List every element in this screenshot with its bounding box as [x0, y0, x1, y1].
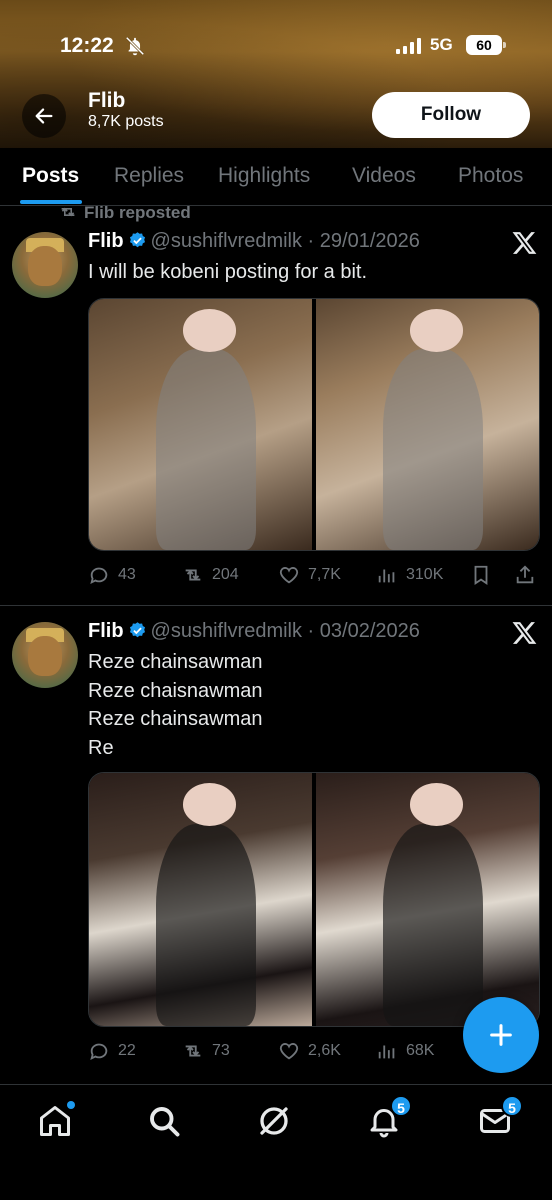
grok-icon	[260, 1107, 288, 1135]
verified-badge-icon	[129, 232, 145, 248]
repost-button[interactable]: 73	[182, 1040, 230, 1062]
share-button[interactable]	[514, 564, 536, 586]
author-handle[interactable]: @sushiflvredmilk	[151, 230, 302, 252]
status-time: 12:22	[60, 34, 114, 57]
reply-icon	[90, 567, 108, 585]
post-media[interactable]	[88, 772, 540, 1027]
reply-button[interactable]: 22	[88, 1040, 136, 1062]
battery-indicator: 60	[466, 35, 506, 55]
home-icon	[40, 1106, 70, 1136]
post-header: Flib @sushiflvredmilk · 03/02/2026	[88, 620, 420, 642]
reply-icon	[90, 1043, 108, 1061]
post-date: 03/02/2026	[319, 620, 420, 642]
notifications-badge: 5	[390, 1095, 412, 1117]
author-handle[interactable]: @sushiflvredmilk	[151, 620, 302, 642]
nav-grok[interactable]	[256, 1103, 292, 1139]
views-button[interactable]: 68K	[376, 1040, 434, 1062]
post-text: I will be kobeni posting for a bit.	[88, 261, 368, 283]
post-image[interactable]	[89, 299, 312, 550]
views-icon	[378, 1045, 395, 1059]
profile-name: Flib	[88, 89, 126, 112]
heart-icon	[279, 1043, 299, 1060]
bookmark-button[interactable]	[470, 564, 492, 586]
tab-replies[interactable]: Replies	[114, 164, 184, 188]
bookmark-icon	[474, 565, 488, 585]
nav-notifications[interactable]: 5	[366, 1095, 412, 1139]
repost-icon	[185, 569, 201, 581]
bell-off-icon	[125, 36, 145, 56]
post-text: Reze chainsawman Reze chaisnawman Reze c…	[88, 651, 263, 759]
repost-indicator: Flib reposted	[58, 203, 191, 223]
post-date: 29/01/2026	[319, 230, 420, 252]
x-logo-icon[interactable]	[512, 230, 538, 256]
post-actions: 43 204 7,7K 310K	[88, 564, 540, 588]
tab-videos[interactable]: Videos	[352, 164, 416, 188]
post-divider	[0, 605, 552, 606]
compose-button[interactable]	[463, 997, 539, 1073]
messages-badge: 5	[501, 1095, 523, 1117]
verified-badge-icon	[129, 622, 145, 638]
signal-icon	[396, 38, 421, 54]
like-button[interactable]: 7,7K	[278, 564, 341, 586]
repost-label: Flib reposted	[84, 203, 191, 222]
repost-button[interactable]: 204	[182, 564, 239, 586]
author-name[interactable]: Flib	[88, 620, 124, 642]
tab-photos[interactable]: Photos	[458, 164, 523, 188]
profile-tabs: Posts Replies Highlights Videos Photos	[0, 148, 552, 206]
tab-posts[interactable]: Posts	[22, 164, 79, 188]
post-image[interactable]	[316, 773, 539, 1026]
tab-highlights[interactable]: Highlights	[218, 164, 310, 188]
avatar[interactable]	[12, 622, 78, 688]
repost-icon	[61, 207, 75, 217]
post-image[interactable]	[89, 773, 312, 1026]
post-header: Flib @sushiflvredmilk · 29/01/2026	[88, 230, 420, 252]
heart-icon	[279, 567, 299, 584]
status-bar: 12:22 5G 60	[0, 0, 552, 90]
views-button[interactable]: 310K	[376, 564, 443, 586]
repost-icon	[185, 1045, 201, 1057]
author-name[interactable]: Flib	[88, 230, 124, 252]
back-button[interactable]	[22, 94, 66, 138]
bottom-navigation: 5 5	[0, 1084, 552, 1200]
home-unread-dot	[67, 1101, 75, 1109]
post-media[interactable]	[88, 298, 540, 551]
x-logo-icon[interactable]	[512, 620, 538, 646]
network-type: 5G	[430, 35, 453, 54]
follow-button[interactable]: Follow	[372, 92, 530, 138]
avatar[interactable]	[12, 232, 78, 298]
nav-messages[interactable]: 5	[477, 1095, 523, 1139]
like-button[interactable]: 2,6K	[278, 1040, 341, 1062]
post-image[interactable]	[316, 299, 539, 550]
reply-button[interactable]: 43	[88, 564, 136, 586]
share-icon	[516, 565, 534, 584]
views-icon	[378, 569, 395, 583]
nav-home[interactable]	[37, 1101, 75, 1139]
plus-icon	[490, 1024, 512, 1046]
posts-count: 8,7K posts	[88, 113, 164, 130]
arrow-left-icon	[35, 108, 53, 124]
search-icon	[150, 1107, 180, 1137]
nav-search[interactable]	[146, 1103, 182, 1139]
